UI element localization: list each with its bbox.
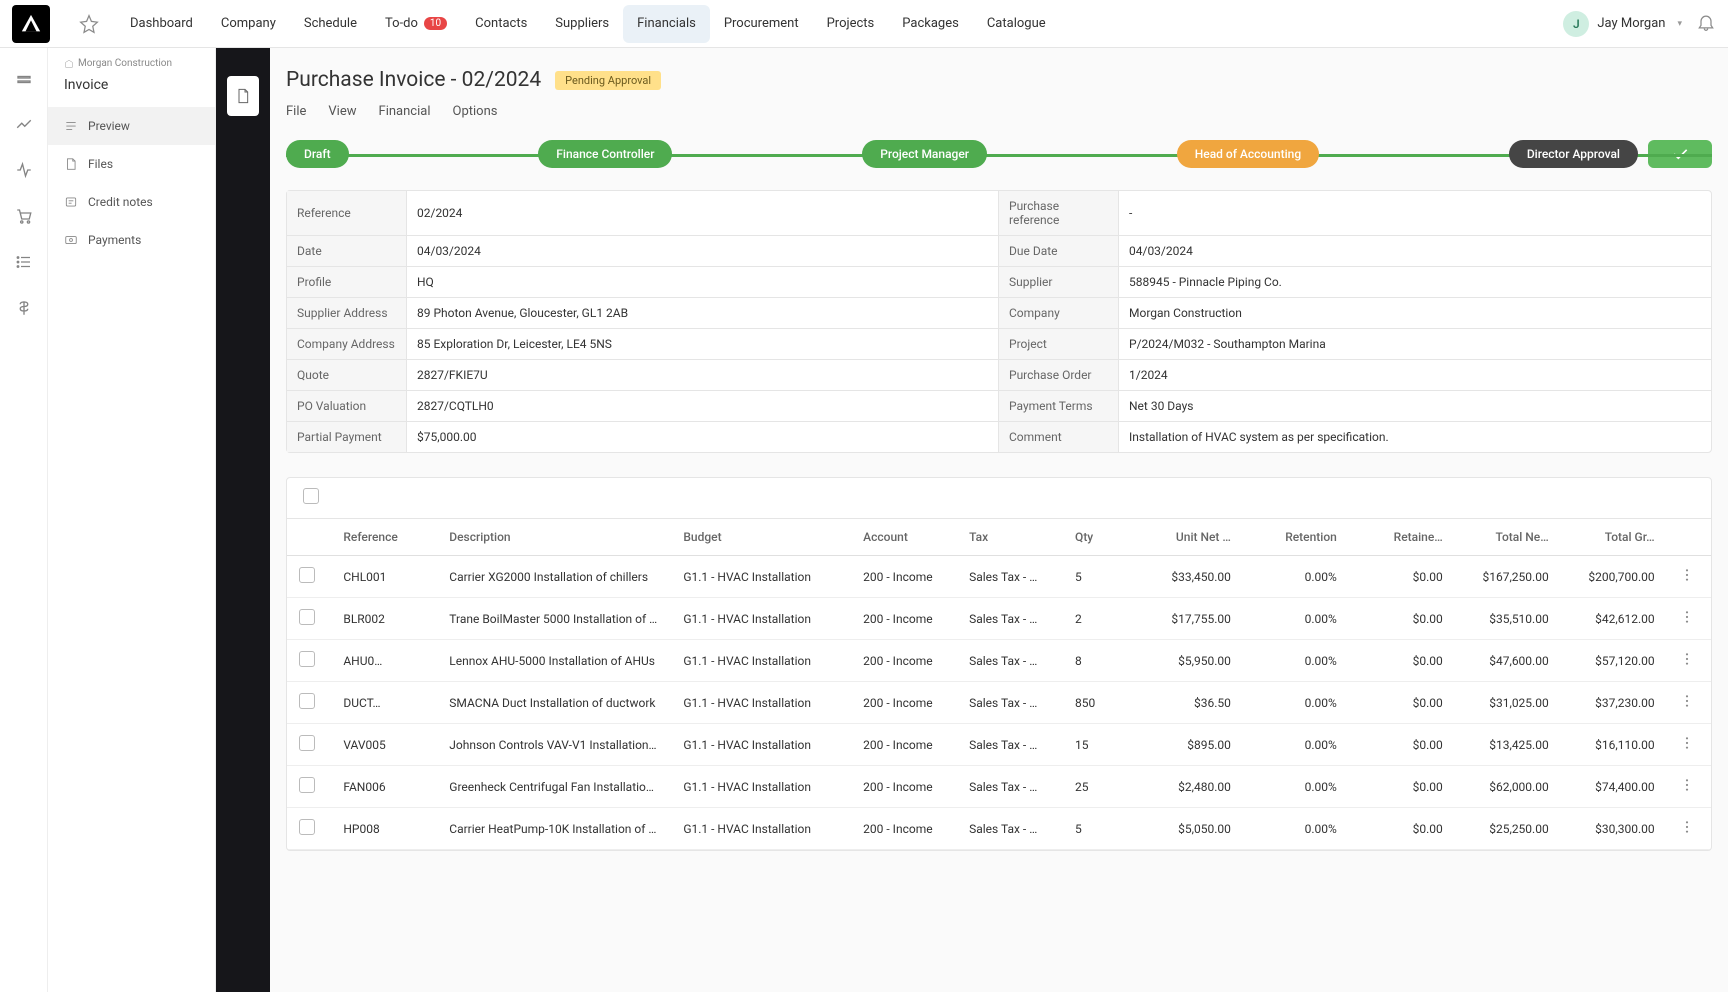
col-header[interactable]: Retention: [1243, 519, 1349, 556]
nav-company[interactable]: Company: [207, 5, 290, 43]
select-all-checkbox[interactable]: [303, 488, 319, 504]
tab-financial[interactable]: Financial: [379, 104, 431, 119]
workflow-step-head-of-accounting[interactable]: Head of Accounting: [1177, 140, 1319, 168]
workflow-step-director-approval[interactable]: Director Approval: [1509, 140, 1638, 168]
row-menu-icon[interactable]: [1667, 808, 1711, 850]
col-header[interactable]: Description: [437, 519, 671, 556]
row-menu-icon[interactable]: [1667, 556, 1711, 598]
workflow-step-project-manager[interactable]: Project Manager: [862, 140, 987, 168]
avatar: J: [1563, 11, 1589, 37]
detail-company: CompanyMorgan Construction: [999, 298, 1711, 329]
row-checkbox[interactable]: [299, 651, 315, 667]
sidebar-item-credit-notes[interactable]: Credit notes: [48, 183, 215, 221]
document-thumbnail[interactable]: [227, 76, 259, 116]
nav-financials[interactable]: Financials: [623, 5, 710, 43]
table-row[interactable]: CHL001Carrier XG2000 Installation of chi…: [287, 556, 1711, 598]
tab-options[interactable]: Options: [453, 104, 498, 119]
workflow-step-draft[interactable]: Draft: [286, 140, 349, 168]
row-menu-icon[interactable]: [1667, 640, 1711, 682]
rail-trending-icon[interactable]: [12, 112, 36, 136]
row-checkbox[interactable]: [299, 609, 315, 625]
todo-badge: 10: [424, 17, 447, 30]
row-checkbox[interactable]: [299, 819, 315, 835]
workflow-step-finance-controller[interactable]: Finance Controller: [538, 140, 672, 168]
col-header[interactable]: [287, 519, 331, 556]
nav-suppliers[interactable]: Suppliers: [541, 5, 623, 43]
table-row[interactable]: AHU0…Lennox AHU-5000 Installation of AHU…: [287, 640, 1711, 682]
row-menu-icon[interactable]: [1667, 682, 1711, 724]
row-checkbox[interactable]: [299, 567, 315, 583]
breadcrumb[interactable]: Morgan Construction: [48, 48, 215, 69]
detail-comment: CommentInstallation of HVAC system as pe…: [999, 422, 1711, 452]
favorite-icon[interactable]: [74, 9, 104, 39]
col-header[interactable]: Total Gr…: [1561, 519, 1667, 556]
detail-project: ProjectP/2024/M032 - Southampton Marina: [999, 329, 1711, 360]
nav-packages[interactable]: Packages: [888, 5, 973, 43]
user-menu[interactable]: J Jay Morgan ▾: [1563, 11, 1682, 37]
nav-dashboard[interactable]: Dashboard: [116, 5, 207, 43]
row-menu-icon[interactable]: [1667, 766, 1711, 808]
rail-cart-icon[interactable]: [12, 204, 36, 228]
rail-home-icon[interactable]: [12, 66, 36, 90]
detail-payment-terms: Payment TermsNet 30 Days: [999, 391, 1711, 422]
detail-quote: Quote2827/FKIE7U: [287, 360, 999, 391]
notifications-icon[interactable]: [1696, 12, 1716, 36]
nav-contacts[interactable]: Contacts: [461, 5, 541, 43]
app-logo[interactable]: [12, 5, 50, 43]
detail-supplier: Supplier588945 - Pinnacle Piping Co.: [999, 267, 1711, 298]
page-title: Purchase Invoice - 02/2024: [286, 68, 541, 92]
sidebar-item-payments[interactable]: Payments: [48, 221, 215, 259]
col-header[interactable]: Qty: [1063, 519, 1137, 556]
rail-finance-icon[interactable]: [12, 296, 36, 320]
detail-purchase-reference: Purchase reference-: [999, 191, 1711, 236]
sidebar-title: Invoice: [48, 69, 215, 107]
col-header[interactable]: Retaine…: [1349, 519, 1455, 556]
nav-to-do[interactable]: To-do10: [371, 5, 461, 43]
col-header[interactable]: Unit Net …: [1137, 519, 1243, 556]
detail-purchase-order: Purchase Order1/2024: [999, 360, 1711, 391]
col-header[interactable]: Account: [851, 519, 957, 556]
detail-partial-payment: Partial Payment$75,000.00: [287, 422, 999, 452]
row-checkbox[interactable]: [299, 777, 315, 793]
status-badge: Pending Approval: [555, 71, 661, 90]
row-checkbox[interactable]: [299, 693, 315, 709]
nav-schedule[interactable]: Schedule: [290, 5, 371, 43]
row-menu-icon[interactable]: [1667, 598, 1711, 640]
nav-catalogue[interactable]: Catalogue: [973, 5, 1060, 43]
col-header[interactable]: Reference: [331, 519, 437, 556]
nav-projects[interactable]: Projects: [813, 5, 889, 43]
user-name: Jay Morgan: [1597, 16, 1665, 31]
detail-due-date: Due Date04/03/2024: [999, 236, 1711, 267]
table-row[interactable]: FAN006Greenheck Centrifugal Fan Installa…: [287, 766, 1711, 808]
col-header[interactable]: Budget: [671, 519, 851, 556]
table-row[interactable]: VAV005Johnson Controls VAV-V1 Installati…: [287, 724, 1711, 766]
detail-po-valuation: PO Valuation2827/CQTLH0: [287, 391, 999, 422]
sidebar-item-files[interactable]: Files: [48, 145, 215, 183]
detail-company-address: Company Address85 Exploration Dr, Leices…: [287, 329, 999, 360]
table-row[interactable]: HP008Carrier HeatPump-10K Installation o…: [287, 808, 1711, 850]
tab-view[interactable]: View: [328, 104, 356, 119]
sidebar-item-preview[interactable]: Preview: [48, 107, 215, 145]
detail-date: Date04/03/2024: [287, 236, 999, 267]
detail-supplier-address: Supplier Address89 Photon Avenue, Glouce…: [287, 298, 999, 329]
col-header[interactable]: [1667, 519, 1711, 556]
nav-procurement[interactable]: Procurement: [710, 5, 813, 43]
row-menu-icon[interactable]: [1667, 724, 1711, 766]
detail-reference: Reference02/2024: [287, 191, 999, 236]
table-row[interactable]: BLR002Trane BoilMaster 5000 Installation…: [287, 598, 1711, 640]
detail-profile: ProfileHQ: [287, 267, 999, 298]
chevron-down-icon: ▾: [1677, 19, 1682, 29]
tab-file[interactable]: File: [286, 104, 306, 119]
col-header[interactable]: Total Ne…: [1455, 519, 1561, 556]
rail-activity-icon[interactable]: [12, 158, 36, 182]
rail-list-icon[interactable]: [12, 250, 36, 274]
col-header[interactable]: Tax: [957, 519, 1063, 556]
row-checkbox[interactable]: [299, 735, 315, 751]
table-row[interactable]: DUCT…SMACNA Duct Installation of ductwor…: [287, 682, 1711, 724]
